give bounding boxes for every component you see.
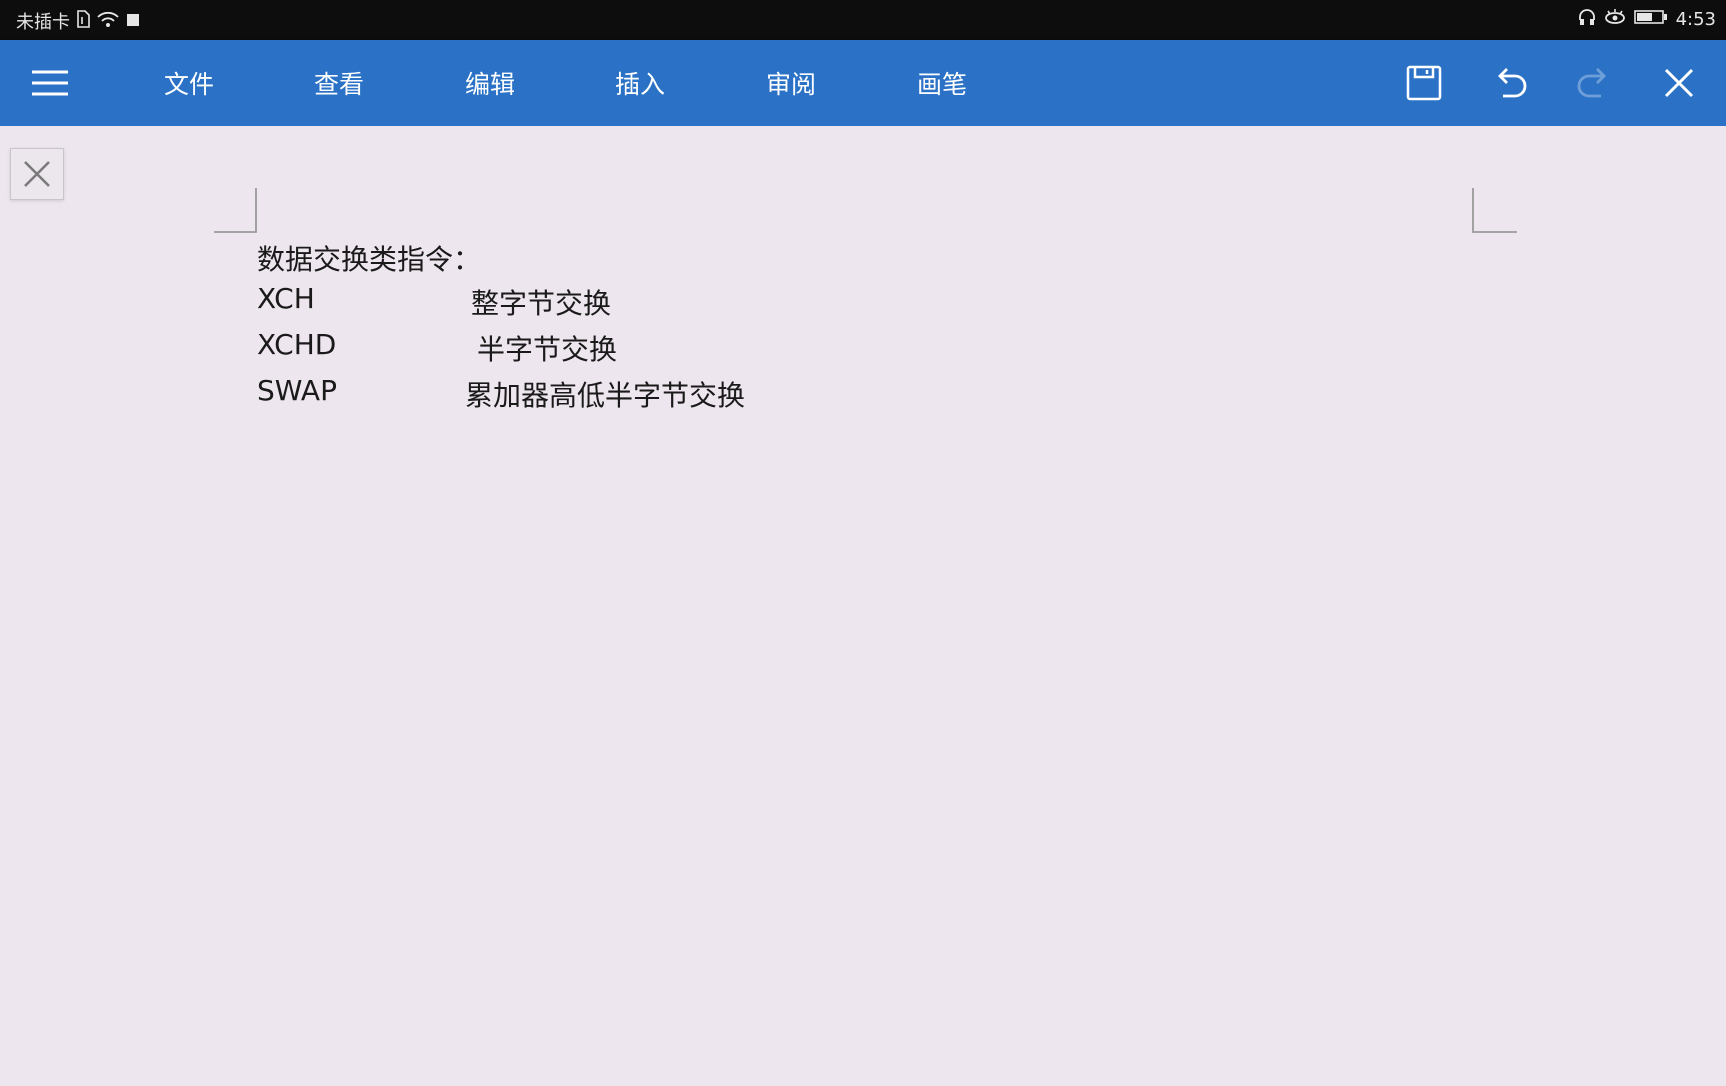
battery-icon <box>1633 9 1668 30</box>
tab-file[interactable]: 文件 <box>164 65 214 101</box>
document-heading: 数据交换类指令： <box>257 243 482 276</box>
wifi-icon <box>96 10 120 33</box>
row-description: 半字节交换 <box>477 333 618 366</box>
tab-edit[interactable]: 编辑 <box>465 65 515 101</box>
tab-insert[interactable]: 插入 <box>615 65 665 101</box>
row-command: SWAP <box>257 374 337 407</box>
tab-review[interactable]: 审阅 <box>766 65 816 101</box>
undo-icon[interactable] <box>1489 62 1531 104</box>
close-icon <box>24 161 50 187</box>
sim-icon <box>76 9 90 33</box>
app-toolbar: 文件 查看 编辑 插入 审阅 画笔 <box>0 40 1726 126</box>
save-icon[interactable] <box>1403 62 1445 104</box>
status-bar: 未插卡 4:53 <box>0 0 1726 40</box>
carrier-text: 未插卡 <box>16 12 70 33</box>
tab-view[interactable]: 查看 <box>314 65 364 101</box>
tab-pen[interactable]: 画笔 <box>917 65 967 101</box>
row-command: XCHD <box>257 328 337 361</box>
close-icon[interactable] <box>1658 62 1700 104</box>
row-command: XCH <box>257 282 315 315</box>
status-right: 4:53 <box>1578 8 1716 31</box>
margin-corner-top-right <box>1472 188 1517 233</box>
eye-care-icon <box>1604 8 1626 31</box>
row-description: 整字节交换 <box>471 287 612 320</box>
redo-icon[interactable] <box>1573 62 1615 104</box>
notification-square-icon <box>126 11 140 32</box>
row-description: 累加器高低半字节交换 <box>465 379 746 412</box>
document-canvas[interactable]: 数据交换类指令： XCH 整字节交换 XCHD 半字节交换 SWAP 累加器高低… <box>0 126 1726 1086</box>
hamburger-menu-icon[interactable] <box>30 66 70 100</box>
headphones-icon <box>1578 8 1596 31</box>
close-panel-button[interactable] <box>10 148 64 200</box>
clock-text: 4:53 <box>1675 9 1716 30</box>
status-left: 未插卡 <box>16 8 140 34</box>
margin-corner-top-left <box>214 188 257 233</box>
